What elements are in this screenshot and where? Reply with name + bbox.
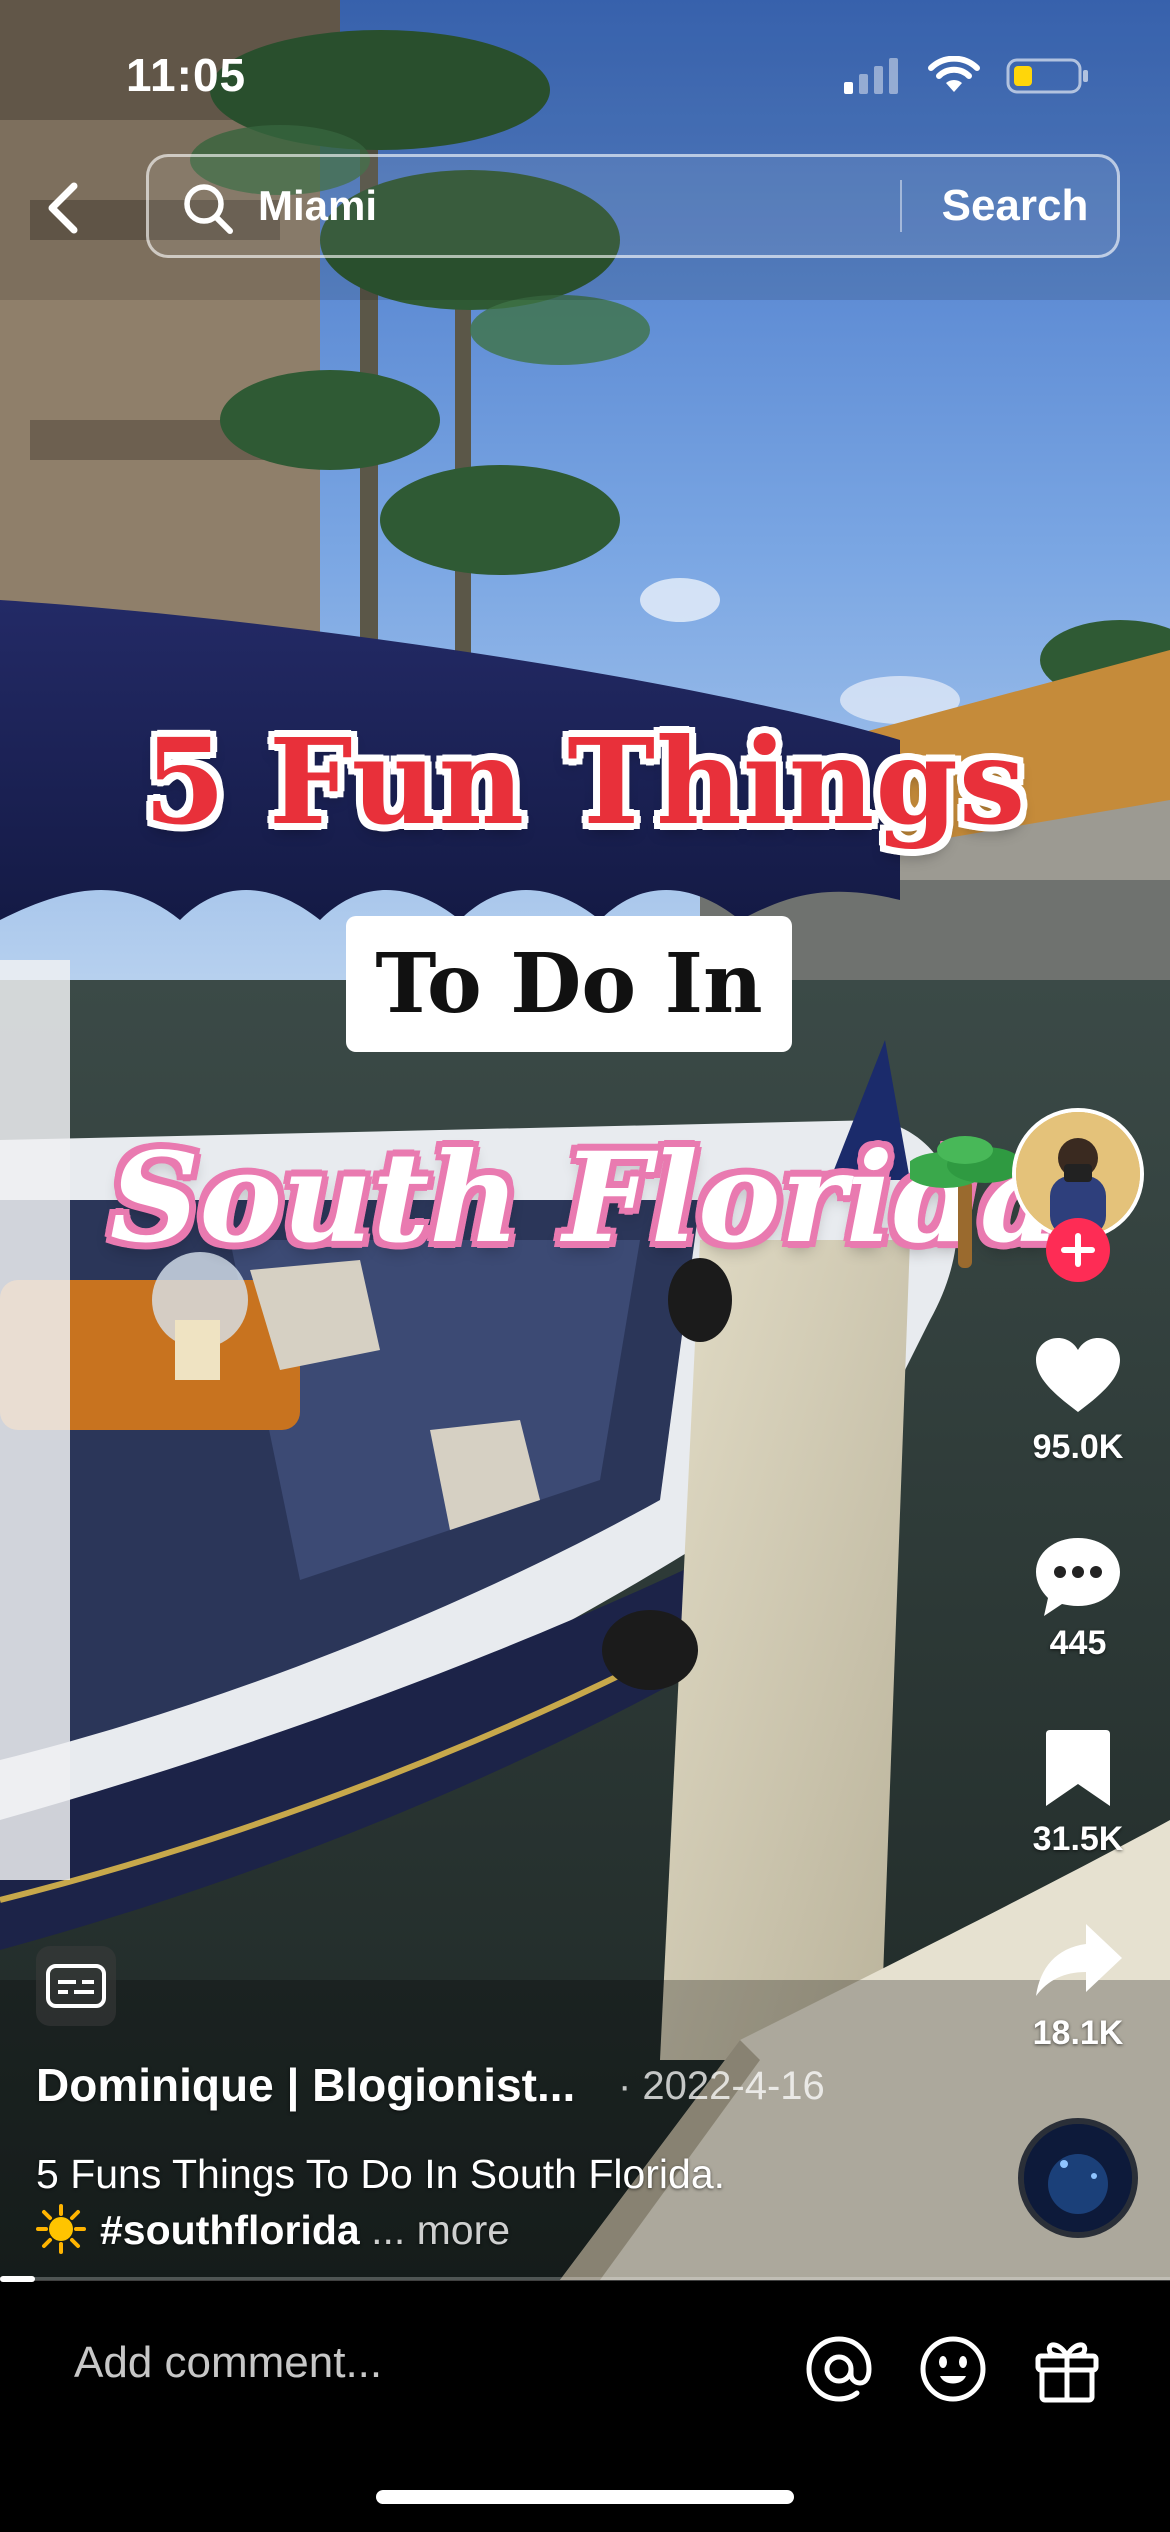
video-title-line2: To Do In <box>375 936 763 1032</box>
sun-emoji-icon <box>36 2204 86 2254</box>
music-disc[interactable] <box>1018 2118 1138 2238</box>
comment-input[interactable]: Add comment... <box>74 2338 382 2388</box>
caption-line2: #southflorida ... more <box>36 2202 725 2258</box>
wifi-icon <box>928 56 980 92</box>
caption-line1: 5 Funs Things To Do In South Florida. <box>36 2151 726 2197</box>
author-name[interactable]: Dominique | Blogionist... <box>36 2058 575 2112</box>
search-icon <box>184 184 233 234</box>
like-heart-icon[interactable] <box>1034 1336 1122 1416</box>
comment-count: 445 <box>1049 1624 1107 1662</box>
search-button[interactable]: Search <box>920 176 1110 236</box>
video-player[interactable]: 5 Fun Things To Do In South Florida <box>0 0 1170 2280</box>
palm-tree-sticker <box>910 1136 1020 1268</box>
share-count: 18.1K <box>1032 2014 1124 2052</box>
captions-button[interactable] <box>36 1946 116 2026</box>
status-icons <box>844 52 1090 100</box>
post-caption[interactable]: 5 Funs Things To Do In South Florida. #s… <box>36 2146 725 2258</box>
caption-hashtag[interactable]: #southflorida <box>100 2207 360 2253</box>
post-date: · 2022-4-16 <box>618 2064 825 2108</box>
music-disc-artwork <box>1024 2124 1132 2232</box>
caption-more-link[interactable]: ... more <box>371 2207 510 2253</box>
share-arrow-icon[interactable] <box>1034 1920 1124 2000</box>
video-progress-track[interactable] <box>0 2277 1170 2281</box>
comment-icon[interactable] <box>1034 1534 1122 1618</box>
cellular-signal-icon <box>844 58 898 94</box>
battery-icon <box>1006 58 1088 94</box>
save-count: 31.5K <box>1032 1820 1124 1858</box>
status-time: 11:05 <box>126 49 247 101</box>
search-input[interactable]: Miami <box>258 182 377 230</box>
gift-icon[interactable] <box>1032 2332 1102 2404</box>
bookmark-icon[interactable] <box>1044 1728 1112 1810</box>
search-divider <box>900 180 902 232</box>
back-arrow-icon[interactable] <box>44 180 84 236</box>
plus-icon <box>1061 1233 1095 1267</box>
mention-at-icon[interactable] <box>804 2334 874 2404</box>
home-indicator <box>376 2490 794 2504</box>
video-title-line1: 5 Fun Things <box>143 712 1027 851</box>
follow-button[interactable] <box>1046 1218 1110 1282</box>
closed-captions-icon <box>46 1964 106 2008</box>
emoji-face-icon[interactable] <box>918 2334 988 2404</box>
like-count: 95.0K <box>1032 1428 1124 1466</box>
